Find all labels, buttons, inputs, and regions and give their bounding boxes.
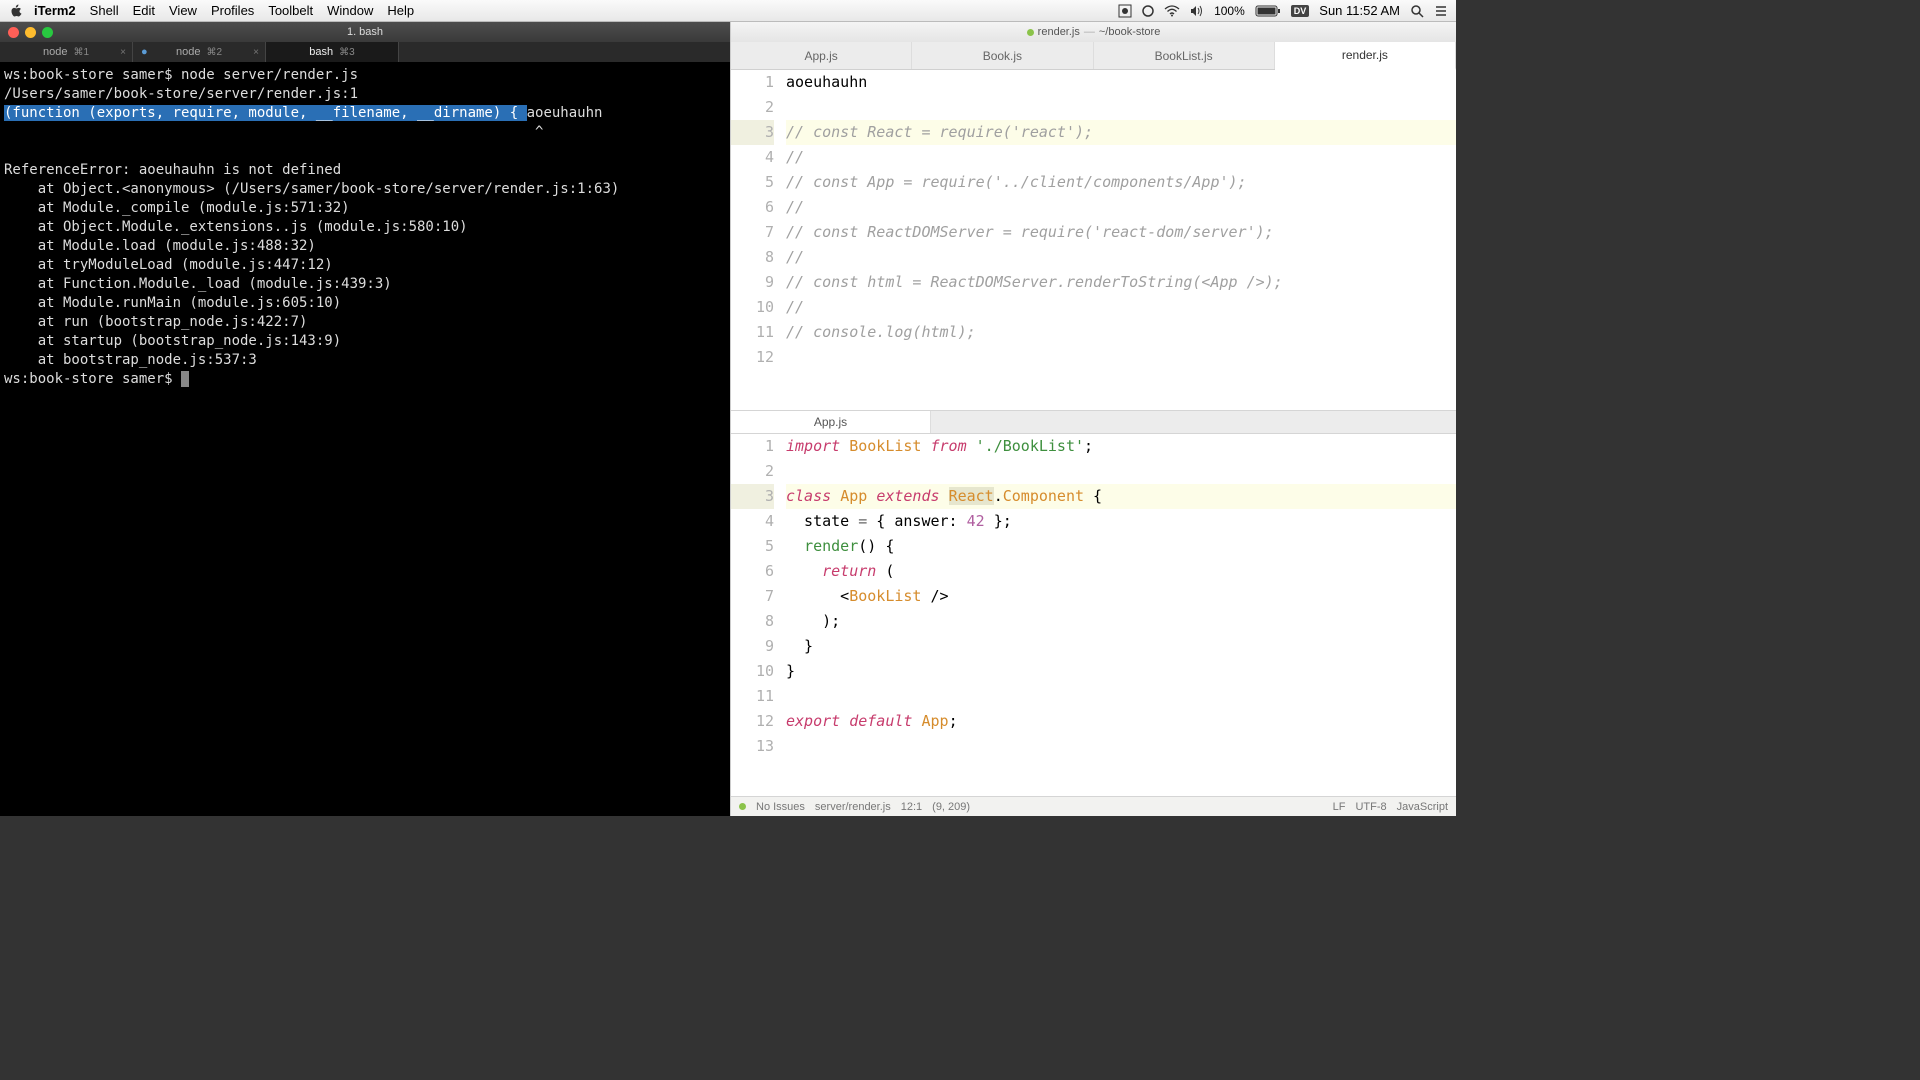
editor-bottom-pane[interactable]: 12345678910111213 import BookList from '…: [731, 434, 1456, 796]
stop-icon[interactable]: [1142, 5, 1154, 17]
menubar-clock[interactable]: Sun 11:52 AM: [1319, 3, 1400, 18]
minimize-icon[interactable]: [25, 27, 36, 38]
menu-window[interactable]: Window: [327, 3, 373, 18]
terminal-title: 1. bash: [347, 26, 383, 38]
status-issues[interactable]: No Issues: [756, 801, 805, 813]
app-name: iTerm2: [34, 3, 76, 18]
editor-title-file: render.js: [1038, 26, 1080, 38]
status-pos[interactable]: 12:1: [901, 801, 922, 813]
spotlight-icon[interactable]: [1410, 4, 1424, 18]
status-dot-icon: [739, 803, 746, 810]
zoom-icon[interactable]: [42, 27, 53, 38]
modified-dot-icon: [1027, 29, 1034, 36]
menu-edit[interactable]: Edit: [133, 3, 155, 18]
editor-titlebar[interactable]: render.js — ~/book-store: [731, 22, 1456, 42]
menu-help[interactable]: Help: [387, 3, 414, 18]
editor-top-pane[interactable]: 123456789101112 aoeuhauhn // const React…: [731, 70, 1456, 410]
tab-close-icon[interactable]: ×: [120, 47, 126, 58]
menu-toolbelt[interactable]: Toolbelt: [268, 3, 313, 18]
apple-logo-icon: [8, 3, 24, 19]
terminal-output[interactable]: ws:book-store samer$ node server/render.…: [0, 62, 730, 816]
terminal-tab[interactable]: node⌘1×: [0, 42, 133, 62]
editor-statusbar: No Issues server/render.js 12:1 (9, 209)…: [731, 796, 1456, 816]
editor-tab[interactable]: BookList.js: [1094, 42, 1275, 69]
screenrec-icon[interactable]: [1118, 4, 1132, 18]
menu-view[interactable]: View: [169, 3, 197, 18]
status-path[interactable]: server/render.js: [815, 801, 891, 813]
editor-title-path: ~/book-store: [1099, 26, 1160, 38]
status-sel: (9, 209): [932, 801, 970, 813]
window-controls[interactable]: [8, 27, 53, 38]
macos-menubar: iTerm2 Shell Edit View Profiles Toolbelt…: [0, 0, 1456, 22]
menu-shell[interactable]: Shell: [90, 3, 119, 18]
terminal-tab[interactable]: bash⌘3: [266, 42, 399, 62]
battery-percent: 100%: [1214, 4, 1245, 18]
split-tab[interactable]: App.js: [731, 411, 931, 433]
editor-split-tabbar: App.js: [731, 410, 1456, 434]
tab-close-icon[interactable]: ×: [253, 47, 259, 58]
terminal-window: 1. bash node⌘1×●node⌘2×bash⌘3 ws:book-st…: [0, 22, 730, 816]
close-icon[interactable]: [8, 27, 19, 38]
terminal-tab[interactable]: ●node⌘2×: [133, 42, 266, 62]
menu-profiles[interactable]: Profiles: [211, 3, 254, 18]
editor-tab[interactable]: Book.js: [912, 42, 1093, 69]
dash-icon[interactable]: DV: [1291, 5, 1310, 17]
terminal-tabbar: node⌘1×●node⌘2×bash⌘3: [0, 42, 730, 62]
editor-tab[interactable]: render.js: [1275, 42, 1456, 70]
terminal-titlebar[interactable]: 1. bash: [0, 22, 730, 42]
volume-icon[interactable]: [1190, 5, 1204, 17]
status-lang[interactable]: JavaScript: [1397, 801, 1448, 813]
status-eol[interactable]: LF: [1333, 801, 1346, 813]
wifi-icon[interactable]: [1164, 5, 1180, 17]
notif-icon[interactable]: [1434, 5, 1448, 17]
status-enc[interactable]: UTF-8: [1355, 801, 1386, 813]
editor-tab[interactable]: App.js: [731, 42, 912, 69]
editor-tabbar: App.jsBook.jsBookList.jsrender.js: [731, 42, 1456, 70]
editor-window: render.js — ~/book-store App.jsBook.jsBo…: [730, 22, 1456, 816]
battery-icon: [1255, 5, 1281, 17]
